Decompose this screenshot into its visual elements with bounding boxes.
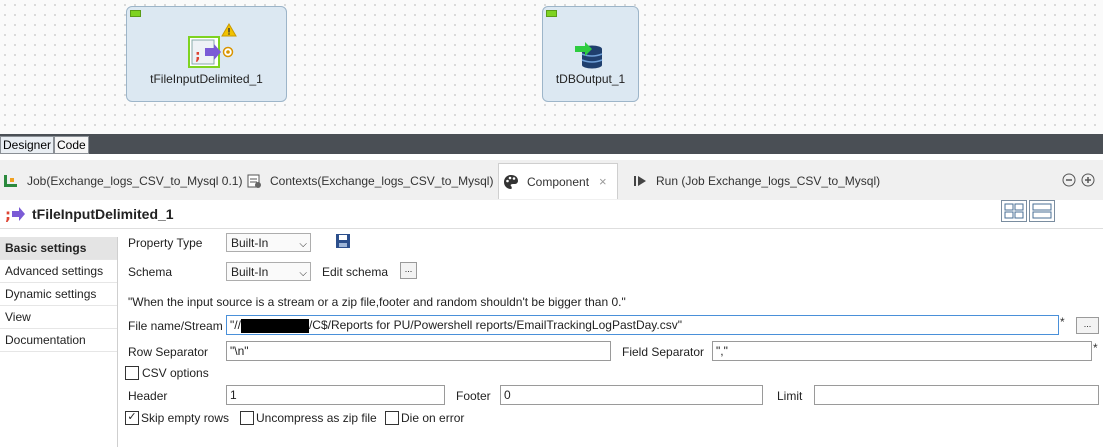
node-label: tFileInputDelimited_1 [150, 72, 263, 86]
row-separator-label: Row Separator [128, 345, 209, 359]
job-icon [4, 175, 17, 187]
file-name-input[interactable]: "// /C$/Reports for PU/Powershell reports… [226, 315, 1059, 335]
settings-nav: Basic settings Advanced settings Dynamic… [0, 237, 118, 447]
maximize-icon[interactable] [1081, 173, 1095, 187]
component-node-tfileinputdelimited[interactable]: ; tFileInputDelimited_1 [126, 6, 287, 102]
footer-warning-text: "When the input source is a stream or a … [128, 295, 626, 309]
select-value: Built-In [231, 236, 269, 250]
file-path-prefix: "// [230, 318, 241, 332]
required-marker: * [1093, 341, 1098, 355]
save-icon[interactable] [335, 233, 351, 249]
nav-advanced-settings[interactable]: Advanced settings [0, 260, 117, 283]
browse-file-button[interactable]: ... [1076, 317, 1099, 334]
header-label: Header [128, 389, 168, 403]
tab-designer[interactable]: Designer [0, 136, 55, 154]
node-label: tDBOutput_1 [555, 72, 626, 86]
footer-input[interactable]: 0 [500, 385, 763, 405]
component-title-bar: ; tFileInputDelimited_1 [0, 200, 1103, 229]
tab-label: Job(Exchange_logs_CSV_to_Mysql 0.1) [27, 174, 243, 188]
uncompress-zip-label: Uncompress as zip file [256, 411, 377, 425]
schema-label: Schema [128, 265, 173, 279]
svg-text:;: ; [5, 206, 11, 224]
tab-job[interactable]: Job(Exchange_logs_CSV_to_Mysql 0.1) [3, 163, 242, 199]
component-node-tdboutput[interactable]: tDBOutput_1 [542, 6, 639, 102]
tab-component[interactable]: Component × [498, 163, 618, 199]
property-type-select[interactable]: Built-In ⌵ [226, 233, 311, 252]
tab-label: Component [527, 174, 590, 189]
csv-options-checkbox[interactable] [125, 366, 139, 380]
layout-rows-icon[interactable] [1029, 200, 1055, 222]
view-tab-bar: Job(Exchange_logs_CSV_to_Mysql 0.1) Cont… [0, 160, 1103, 201]
node-status-indicator [130, 10, 141, 17]
field-separator-label: Field Separator [622, 345, 705, 359]
layout-grid-icon[interactable] [1001, 200, 1027, 222]
limit-label: Limit [777, 389, 803, 403]
minimize-icon[interactable] [1062, 173, 1076, 187]
row-separator-input[interactable]: "\n" [226, 341, 611, 361]
header-input[interactable]: 1 [226, 385, 445, 405]
component-title: tFileInputDelimited_1 [32, 206, 174, 222]
tab-label: Contexts(Exchange_logs_CSV_to_Mysql) [270, 174, 494, 188]
nav-basic-settings[interactable]: Basic settings [0, 237, 117, 260]
file-input-delimited-icon: ; [188, 36, 234, 68]
tab-code[interactable]: Code [54, 136, 89, 154]
skip-empty-rows-label: Skip empty rows [141, 411, 230, 425]
skip-empty-rows-checkbox[interactable]: ✓ [125, 411, 139, 425]
tab-label: Run (Job Exchange_logs_CSV_to_Mysql) [656, 174, 881, 188]
schema-select[interactable]: Built-In ⌵ [226, 262, 311, 281]
tab-run[interactable]: Run (Job Exchange_logs_CSV_to_Mysql) [632, 163, 880, 199]
edit-schema-button[interactable]: ... [400, 262, 417, 279]
field-separator-input[interactable]: "," [712, 341, 1092, 361]
csv-options-label: CSV options [142, 366, 209, 380]
node-status-indicator [546, 10, 557, 17]
palette-icon [504, 174, 518, 189]
edit-schema-label: Edit schema [322, 265, 389, 279]
property-type-label: Property Type [128, 236, 203, 250]
die-on-error-label: Die on error [401, 411, 465, 425]
required-marker: * [1060, 315, 1065, 329]
run-icon [634, 176, 646, 186]
nav-dynamic-settings[interactable]: Dynamic settings [0, 283, 117, 306]
svg-text:;: ; [195, 48, 201, 64]
select-value: Built-In [231, 265, 269, 279]
editor-tab-bar: Designer Code [0, 136, 1103, 154]
chevron-down-icon: ⌵ [299, 239, 307, 250]
limit-input[interactable] [814, 385, 1099, 405]
close-tab-icon[interactable]: × [599, 174, 607, 189]
redacted-block [240, 318, 309, 333]
nav-documentation[interactable]: Documentation [0, 329, 117, 352]
chevron-down-icon: ⌵ [299, 268, 307, 279]
file-delimited-icon: ; [5, 206, 25, 224]
warning-icon [221, 23, 237, 37]
contexts-icon [247, 174, 261, 188]
tab-contexts[interactable]: Contexts(Exchange_logs_CSV_to_Mysql) [246, 163, 493, 199]
database-output-icon [575, 42, 603, 69]
nav-view[interactable]: View [0, 306, 117, 329]
uncompress-zip-checkbox[interactable] [240, 411, 254, 425]
file-name-label: File name/Stream [128, 319, 223, 333]
die-on-error-checkbox[interactable] [385, 411, 399, 425]
job-design-canvas[interactable]: ; tFileInputDelimited_1 tDBOutput_1 [0, 0, 1103, 134]
footer-label: Footer [456, 389, 491, 403]
file-path-suffix: /C$/Reports for PU/Powershell reports/Em… [308, 318, 682, 332]
